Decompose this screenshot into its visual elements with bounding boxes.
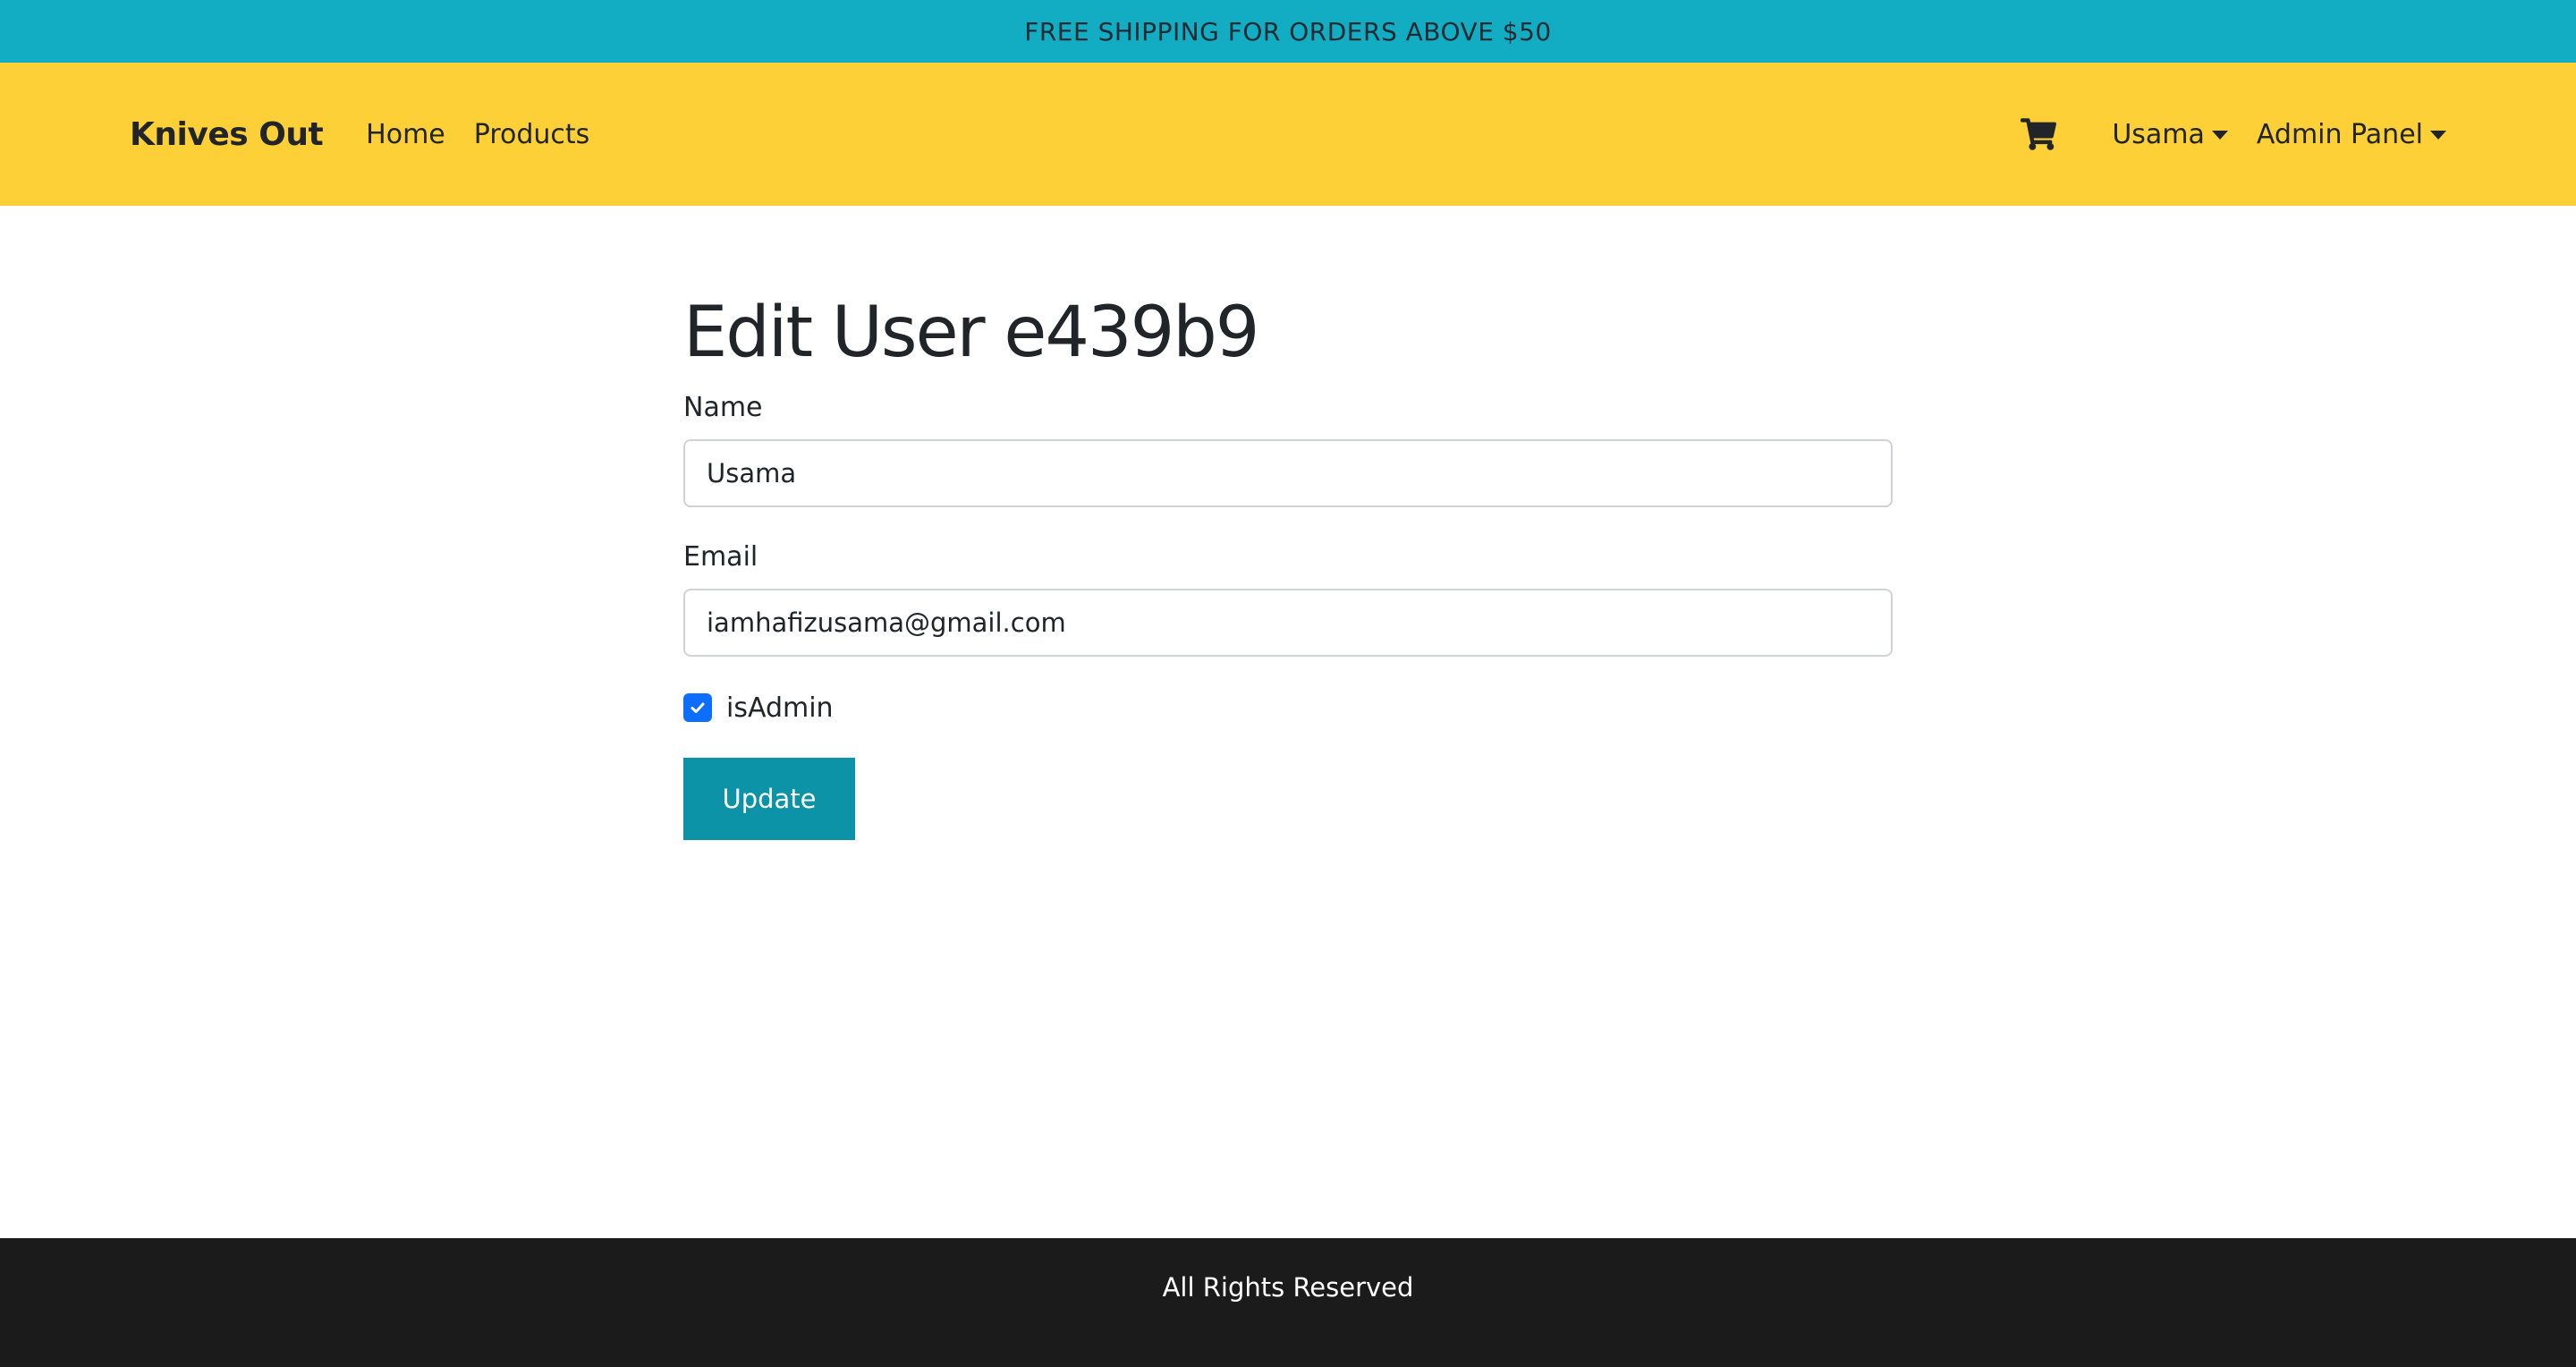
checkmark-icon [691,702,705,714]
update-button[interactable]: Update [683,757,855,840]
shopping-cart-icon[interactable] [2021,118,2057,150]
brand-logo[interactable]: Knives Out [130,116,324,153]
edit-user-form: Edit User e439b9 Name Email isAdmin Upda… [683,293,1893,840]
email-group: Email [683,541,1893,657]
navbar: Knives Out Home Products Usama Admin Pan… [0,63,2576,206]
admin-panel-dropdown[interactable]: Admin Panel [2257,119,2446,150]
promo-text: FREE SHIPPING FOR ORDERS ABOVE $50 [1024,16,1552,47]
is-admin-checkbox[interactable] [683,693,712,723]
caret-down-icon [2211,131,2228,140]
page: FREE SHIPPING FOR ORDERS ABOVE $50 Knive… [0,0,2576,1367]
main-content: Edit User e439b9 Name Email isAdmin Upda… [0,206,2576,1238]
nav-link-products[interactable]: Products [474,119,590,150]
promo-banner: FREE SHIPPING FOR ORDERS ABOVE $50 [0,0,2576,63]
is-admin-label: isAdmin [726,692,834,724]
nav-right: Usama Admin Panel [2021,118,2446,150]
user-menu-label: Usama [2112,118,2205,150]
is-admin-row: isAdmin [683,692,1893,724]
name-input[interactable] [683,438,1893,507]
footer: All Rights Reserved [0,1238,2576,1367]
caret-down-icon [2430,131,2446,140]
nav-link-home[interactable]: Home [366,119,445,150]
name-group: Name [683,392,1893,507]
page-title: Edit User e439b9 [683,293,1259,373]
name-label: Name [683,391,763,423]
email-input[interactable] [683,588,1893,657]
user-menu-dropdown[interactable]: Usama [2112,119,2228,150]
nav-left: Knives Out Home Products [130,116,618,153]
footer-text: All Rights Reserved [1162,1272,1414,1303]
email-label: Email [683,540,758,573]
admin-menu-label: Admin Panel [2256,118,2423,150]
